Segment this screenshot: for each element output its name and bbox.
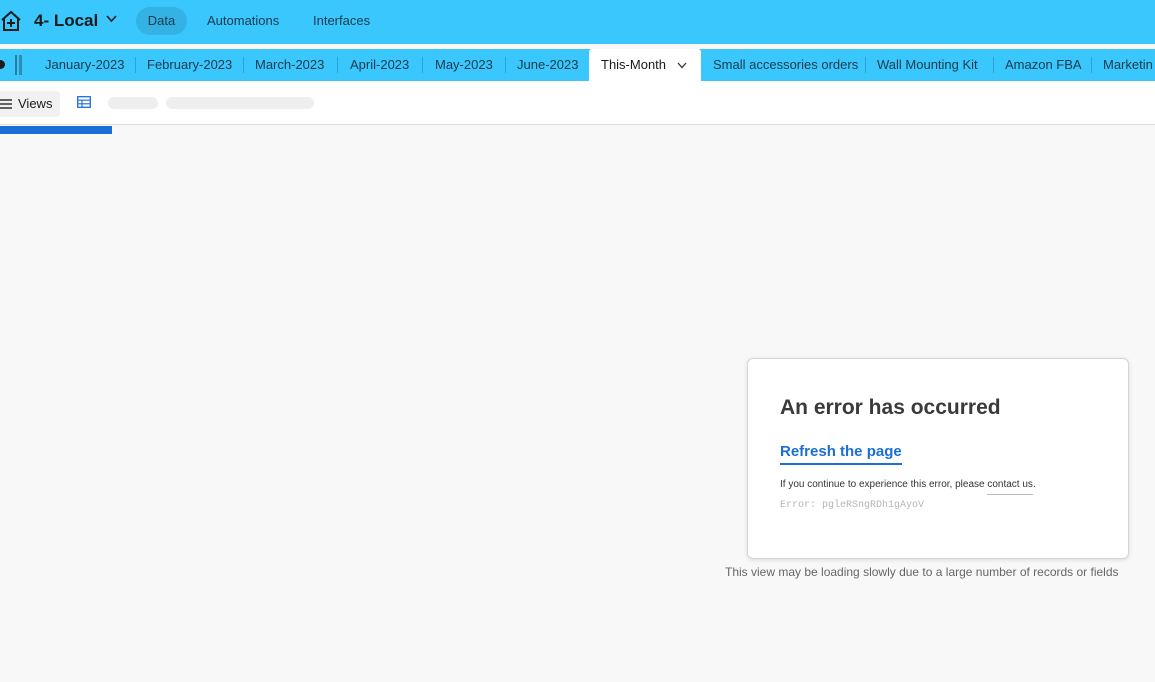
hamburger-icon <box>0 99 12 109</box>
tab-divider <box>135 57 136 73</box>
table-tab-strip: January-2023 February-2023 March-2023 Ap… <box>0 49 1155 81</box>
tab-divider <box>865 57 866 73</box>
views-label: Views <box>18 96 53 111</box>
tab-wall-mounting-kit[interactable]: Wall Mounting Kit <box>877 49 978 81</box>
tab-june-2023[interactable]: June-2023 <box>517 49 578 81</box>
tab-divider <box>337 57 338 73</box>
contact-us-link[interactable]: contact us <box>987 479 1033 495</box>
error-dialog: An error has occurred Refresh the page I… <box>747 358 1129 559</box>
error-message-text: If you continue to experience this error… <box>780 479 988 490</box>
tab-this-month[interactable]: This-Month <box>589 49 701 81</box>
nav-data[interactable]: Data <box>136 7 187 35</box>
home-icon[interactable] <box>0 10 22 32</box>
views-button[interactable]: Views <box>0 91 60 117</box>
tab-divider <box>505 57 506 73</box>
view-bar: Views <box>0 81 1155 125</box>
top-bar: 4- Local Data Automations Interfaces <box>0 0 1155 44</box>
chevron-down-icon[interactable] <box>106 15 117 23</box>
loading-placeholder <box>108 97 158 109</box>
chevron-down-icon[interactable] <box>677 62 687 69</box>
slow-loading-note: This view may be loading slowly due to a… <box>725 565 1119 579</box>
tab-dot-icon[interactable] <box>0 60 5 69</box>
tab-divider <box>243 57 244 73</box>
refresh-page-link[interactable]: Refresh the page <box>780 443 902 465</box>
tab-february-2023[interactable]: February-2023 <box>147 49 232 81</box>
tab-march-2023[interactable]: March-2023 <box>255 49 324 81</box>
loading-placeholder <box>166 97 314 109</box>
tab-small-accessories-orders[interactable]: Small accessories orders <box>713 49 858 81</box>
nav-interfaces[interactable]: Interfaces <box>313 7 370 35</box>
error-title: An error has occurred <box>780 396 1001 419</box>
error-message-suffix: . <box>1032 479 1036 490</box>
tab-divider <box>993 57 994 73</box>
tab-marketing[interactable]: Marketin <box>1103 49 1153 81</box>
tab-this-month-label: This-Month <box>601 57 667 72</box>
error-message: If you continue to experience this error… <box>780 479 1036 495</box>
tab-divider <box>422 57 423 73</box>
base-name[interactable]: 4- Local <box>34 11 98 31</box>
tab-may-2023[interactable]: May-2023 <box>435 49 493 81</box>
tab-january-2023[interactable]: January-2023 <box>45 49 125 81</box>
grid-view-icon[interactable] <box>77 96 91 108</box>
tab-scroll-edge <box>19 55 22 75</box>
tab-amazon-fba[interactable]: Amazon FBA <box>1005 49 1082 81</box>
error-code: Error: pgleRSngRDh1gAyoV <box>780 500 925 511</box>
nav-automations[interactable]: Automations <box>207 7 279 35</box>
tab-april-2023[interactable]: April-2023 <box>350 49 409 81</box>
tab-scroll-edge <box>15 55 17 75</box>
tab-divider <box>1091 57 1092 73</box>
loading-progress-bar <box>0 126 112 134</box>
